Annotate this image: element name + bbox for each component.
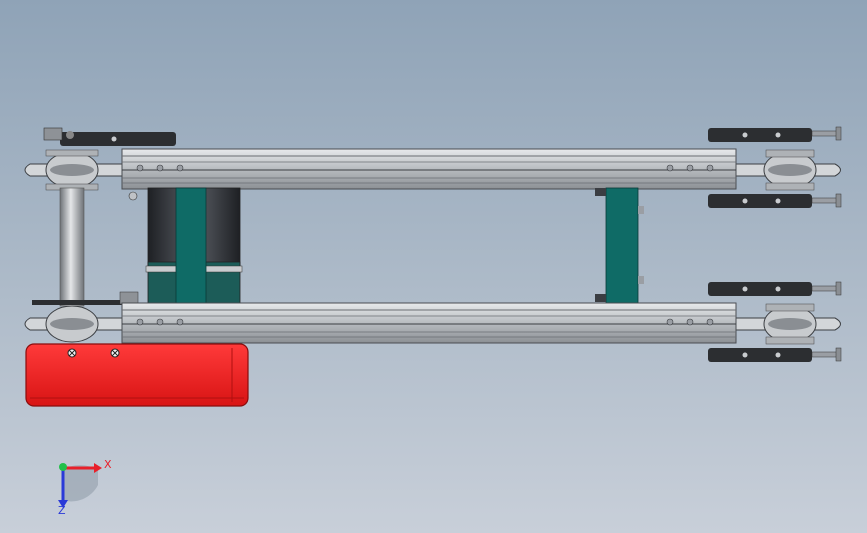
y-axis-point <box>59 463 67 471</box>
bottom-right-tensioner-lower <box>708 347 842 362</box>
top-left-bracket <box>60 132 176 146</box>
conveyor-assembly-drawing: X Z <box>24 126 842 517</box>
drive-shaft <box>59 187 85 307</box>
top-right-tensioner-lower <box>708 193 842 208</box>
top-belt-assembly <box>24 126 842 208</box>
right-teal-bracket <box>595 187 644 305</box>
red-gearbox-housing <box>25 343 249 407</box>
left-teal-bracket <box>175 187 207 305</box>
housing-screw <box>110 348 120 358</box>
x-axis-label: X <box>104 458 112 471</box>
z-axis-label: Z <box>58 504 66 517</box>
orientation-triad[interactable]: X Z <box>58 458 112 517</box>
cad-viewport[interactable]: X Z <box>0 0 867 533</box>
top-right-tensioner-upper <box>708 126 842 142</box>
housing-screw <box>67 348 77 358</box>
bottom-right-tensioner-upper <box>708 281 842 296</box>
